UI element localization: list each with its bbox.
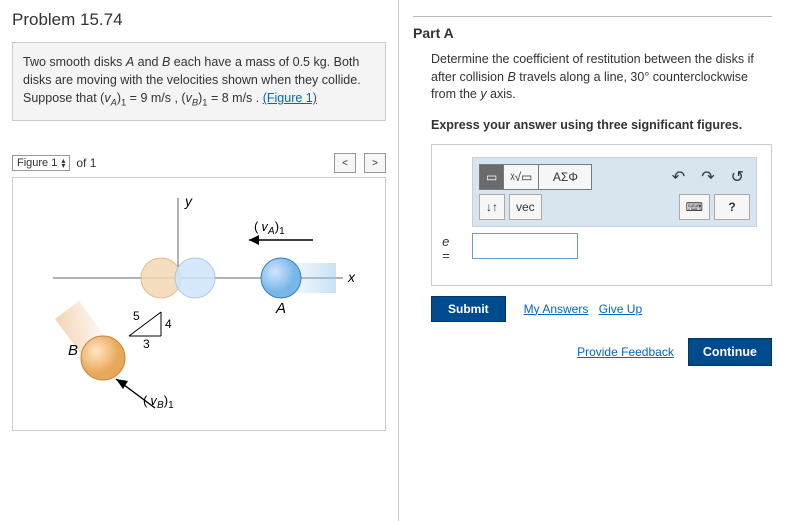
- keyboard-icon[interactable]: ⌨: [679, 194, 710, 220]
- help-button[interactable]: ?: [714, 194, 750, 220]
- answer-input[interactable]: [472, 233, 578, 259]
- give-up-link[interactable]: Give Up: [599, 302, 642, 316]
- answer-box: ▭ ᵡ√▭ ΑΣΦ ↶ ↷ ↺ ↓↑ vec ⌨ ? e=: [431, 144, 772, 286]
- greek-button[interactable]: ΑΣΦ: [539, 165, 591, 189]
- redo-icon[interactable]: ↷: [695, 165, 720, 189]
- figure-canvas: y x: [12, 177, 386, 431]
- tri-opp: 4: [165, 317, 172, 331]
- axis-x-label: x: [347, 269, 356, 285]
- disk-b-label: B: [68, 342, 78, 359]
- figure-next-button[interactable]: >: [364, 153, 386, 173]
- part-a-sigfig: Express your answer using three signific…: [431, 118, 772, 132]
- answer-variable: e=: [442, 235, 450, 264]
- disk-a-label: A: [275, 300, 286, 317]
- chevron-updown-icon: ▴▾: [61, 158, 65, 169]
- undo-icon[interactable]: ↶: [666, 165, 691, 189]
- tri-adj: 3: [143, 337, 150, 351]
- vb1-label: ( 𝑣B)1: [143, 393, 174, 411]
- problem-title: Problem 15.74: [12, 10, 386, 30]
- reset-icon[interactable]: ↺: [725, 165, 750, 189]
- figure-link[interactable]: (Figure 1): [263, 91, 317, 105]
- provide-feedback-link[interactable]: Provide Feedback: [577, 345, 674, 359]
- nthroot-button[interactable]: ᵡ√▭: [504, 165, 539, 189]
- continue-button[interactable]: Continue: [688, 338, 772, 366]
- part-a-instruction: Determine the coefficient of restitution…: [431, 51, 772, 104]
- arrows-button[interactable]: ↓↑: [479, 194, 505, 220]
- submit-button[interactable]: Submit: [431, 296, 506, 322]
- figure-selector[interactable]: Figure 1 ▴▾: [12, 155, 70, 171]
- va1-label: ( 𝑣A)1: [254, 219, 285, 237]
- vec-button[interactable]: vec: [509, 194, 542, 220]
- part-a-title: Part A: [413, 25, 772, 41]
- figure-selector-label: Figure 1: [17, 157, 57, 169]
- template-button[interactable]: ▭: [480, 165, 504, 189]
- problem-statement: Two smooth disks A and B each have a mas…: [12, 42, 386, 121]
- figure-prev-button[interactable]: <: [334, 153, 356, 173]
- equation-toolbar: ▭ ᵡ√▭ ΑΣΦ ↶ ↷ ↺ ↓↑ vec ⌨ ?: [472, 157, 757, 227]
- my-answers-link[interactable]: My Answers: [524, 302, 589, 316]
- tri-hyp: 5: [133, 309, 140, 323]
- axis-y-label: y: [184, 193, 193, 209]
- figure-count: of 1: [76, 156, 96, 170]
